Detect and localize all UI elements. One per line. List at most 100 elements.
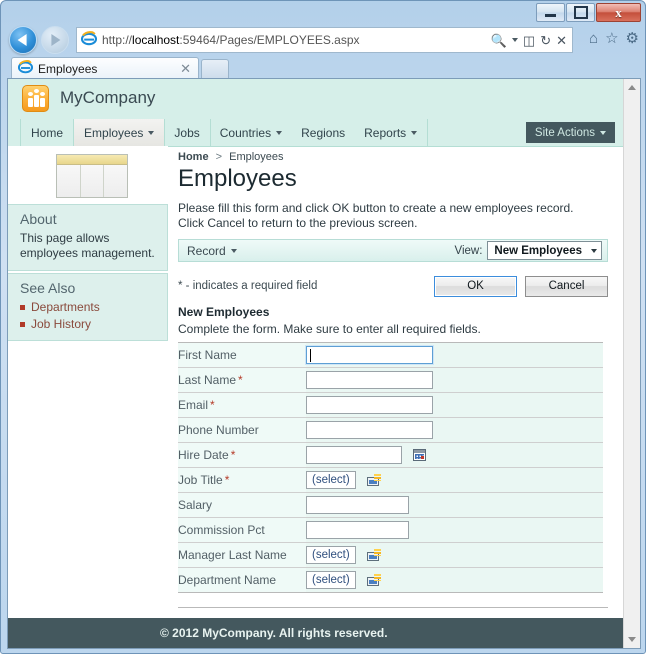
nav-item-jobs[interactable]: Jobs	[164, 119, 211, 146]
nav-label: Employees	[84, 125, 144, 140]
label-text: Job Title	[178, 473, 223, 487]
home-icon[interactable]: ⌂	[589, 31, 598, 46]
breadcrumb-separator: >	[215, 151, 223, 163]
record-menu-button[interactable]: Record	[187, 244, 237, 258]
nav-label: Home	[31, 125, 64, 140]
table-illustration-icon	[56, 154, 128, 198]
field-label-commission-pct: Commission Pct	[178, 517, 306, 543]
favorites-icon[interactable]: ☆	[605, 31, 618, 46]
intro-line-2: Click Cancel to return to the previous s…	[178, 216, 418, 230]
close-icon: x	[615, 4, 622, 20]
calendar-icon[interactable]	[413, 448, 427, 461]
phone-number-input[interactable]	[306, 420, 433, 439]
field-control-email	[306, 392, 603, 418]
label-text: Hire Date	[178, 448, 229, 462]
main-navigation: Home Employees Jobs Countries Regions Re…	[8, 119, 623, 147]
stop-icon[interactable]: ✕	[556, 34, 567, 47]
new-tab-button[interactable]	[201, 59, 229, 79]
page-title: Employees	[178, 165, 297, 192]
sidebar-see-also-panel: See Also Departments Job History	[8, 273, 168, 341]
page-viewport: MyCompany Home Employees Jobs Countries …	[7, 78, 641, 649]
ok-button-top[interactable]: OK	[434, 275, 517, 297]
field-control-job-title: (select)	[306, 467, 603, 493]
search-icon[interactable]: 🔍	[491, 34, 507, 47]
bullet-icon	[20, 321, 25, 327]
tab-title: Employees	[38, 61, 98, 76]
scroll-down-button[interactable]	[624, 631, 640, 648]
chevron-up-icon	[628, 85, 636, 90]
nav-item-reports[interactable]: Reports	[354, 119, 429, 146]
field-control-salary	[306, 492, 603, 518]
sidebar-about-panel: About This page allows employees managem…	[8, 204, 168, 271]
address-bar-icons: 🔍 ◫ ↻ ✕	[491, 34, 572, 47]
maximize-icon	[573, 6, 588, 19]
field-label-last-name: Last Name *	[178, 367, 306, 393]
ie-logo-icon	[80, 30, 98, 51]
table-row: Last Name *	[178, 367, 603, 393]
label-text: Commission Pct	[178, 523, 265, 537]
url-text: http://localhost:59464/Pages/EMPLOYEES.a…	[102, 33, 360, 47]
tools-icon[interactable]: ⚙	[626, 31, 639, 46]
department-name-select-button[interactable]: (select)	[306, 570, 356, 589]
tab-close-icon[interactable]: ✕	[180, 61, 198, 77]
employee-form: First Name Last Name * Email * Phone Num…	[178, 342, 603, 593]
chevron-down-icon	[276, 130, 283, 135]
view-select[interactable]: New Employees	[487, 241, 602, 260]
site-actions-label: Site Actions	[534, 126, 595, 139]
field-control-commission-pct	[306, 517, 603, 543]
caret-down-icon[interactable]	[511, 38, 518, 42]
lookup-icon[interactable]	[367, 548, 382, 561]
refresh-icon[interactable]: ↻	[540, 34, 551, 47]
table-row: Email *	[178, 392, 603, 418]
page-illustration	[8, 146, 168, 204]
maximize-button[interactable]	[566, 3, 595, 22]
list-item[interactable]: Job History	[20, 317, 157, 331]
nav-item-countries[interactable]: Countries	[210, 119, 292, 146]
last-name-input[interactable]	[306, 370, 433, 389]
breadcrumb-current: Employees	[229, 151, 284, 163]
field-label-salary: Salary	[178, 492, 306, 518]
compatibility-view-icon[interactable]: ◫	[523, 34, 535, 47]
site-title: MyCompany	[60, 88, 156, 107]
forward-button[interactable]	[41, 26, 69, 54]
close-button[interactable]: x	[596, 3, 641, 22]
list-item[interactable]: Departments	[20, 300, 157, 314]
chevron-down-icon	[628, 637, 636, 642]
label-text: Department Name	[178, 573, 277, 587]
lookup-icon[interactable]	[367, 573, 382, 586]
table-row: Phone Number	[178, 417, 603, 443]
address-bar[interactable]: http://localhost:59464/Pages/EMPLOYEES.a…	[76, 27, 573, 53]
title-bar: x	[1, 1, 645, 25]
browser-chrome-buttons: ⌂ ☆ ⚙	[589, 31, 639, 46]
manager-last-name-select-button[interactable]: (select)	[306, 545, 356, 564]
browser-toolbar: http://localhost:59464/Pages/EMPLOYEES.a…	[1, 23, 645, 59]
back-button[interactable]	[9, 26, 37, 54]
view-selected-value: New Employees	[494, 244, 582, 257]
email-input[interactable]	[306, 395, 433, 414]
scroll-up-button[interactable]	[624, 79, 640, 96]
minimize-button[interactable]	[536, 3, 565, 22]
breadcrumb-link-home[interactable]: Home	[178, 151, 209, 163]
hire-date-input[interactable]	[306, 445, 402, 464]
tab-bar: Employees ✕	[1, 55, 645, 79]
first-name-input[interactable]	[306, 345, 433, 364]
lookup-icon[interactable]	[367, 473, 382, 486]
field-label-phone-number: Phone Number	[178, 417, 306, 443]
nav-item-employees[interactable]: Employees	[73, 119, 166, 146]
sidebar-link-job-history[interactable]: Job History	[31, 317, 91, 331]
commission-pct-input[interactable]	[306, 520, 409, 539]
salary-input[interactable]	[306, 495, 409, 514]
cancel-button-top[interactable]: Cancel	[525, 275, 608, 297]
tab-employees[interactable]: Employees ✕	[11, 57, 199, 79]
nav-item-regions[interactable]: Regions	[291, 119, 355, 146]
vertical-scrollbar[interactable]	[623, 79, 640, 648]
job-title-select-button[interactable]: (select)	[306, 470, 356, 489]
site-actions-button[interactable]: Site Actions	[525, 122, 615, 143]
sidebar-link-departments[interactable]: Departments	[31, 300, 100, 314]
label-text: Phone Number	[178, 423, 259, 437]
field-label-hire-date: Hire Date *	[178, 442, 306, 468]
nav-item-home[interactable]: Home	[20, 119, 75, 146]
required-asterisk: *	[210, 398, 215, 412]
intro-line-1: Please fill this form and click OK butto…	[178, 201, 574, 215]
see-also-title: See Also	[20, 280, 76, 296]
